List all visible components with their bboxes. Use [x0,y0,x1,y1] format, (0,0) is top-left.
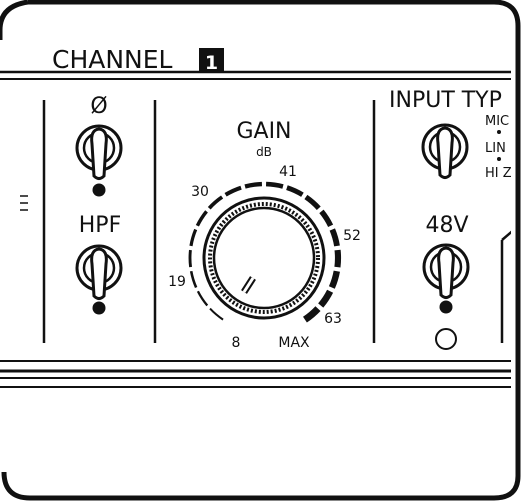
gain-scale-segment [188,249,192,268]
gain-unit: dB [256,145,272,159]
phase-toggle-switch[interactable] [75,124,123,180]
hpf-indicator-led [92,301,106,315]
phase-label: Ø [90,94,107,119]
gain-scale-segment [209,307,224,321]
gain-tick-label-8: 8 [232,335,241,351]
phase-indicator-led [92,183,106,197]
input-type-toggle-switch[interactable] [421,123,469,179]
gain-tick-label-19: 19 [168,274,186,290]
gain-scale-segment [318,289,334,308]
input-type-title: INPUT TYP [389,88,502,113]
phantom-power-status-led [435,328,457,350]
input-type-option-line: LIN [485,141,506,156]
device-frame-top-left [0,0,29,40]
gain-scale-segment [196,290,209,307]
gain-scale-segment [328,270,340,289]
input-type-dot [497,157,501,161]
hpf-label: HPF [79,213,121,238]
input-type-option-hiz: HI Z [485,166,512,181]
gain-tick-label-63: 63 [324,311,342,327]
gain-tick-label-52: 52 [343,228,361,244]
gain-tick-label-max: MAX [278,335,310,351]
gain-scale-segment [319,209,334,228]
gain-scale-segment [244,181,263,189]
gain-tick-label-41: 41 [279,164,297,180]
gain-tick-label-30: 30 [191,184,209,200]
channel-label: CHANNEL [52,45,173,74]
gain-scale-segment [302,306,321,323]
phantom-power-label: 48V [425,213,468,238]
gain-scale-segment [265,181,284,189]
gain-scale-segment [207,195,224,210]
gain-scale-segment [334,249,342,268]
gain-knob[interactable] [202,196,326,320]
gain-scale-segment [224,185,242,197]
gain-scale-segment [195,210,208,227]
input-type-dot [497,130,501,134]
divider-right-edge-top [501,230,511,241]
gain-title: GAIN [236,119,291,144]
gain-scale-segment [329,228,340,247]
input-type-option-mic: MIC [485,114,509,129]
gain-scale-segment [189,228,198,247]
gain-scale-segment [286,185,304,197]
gain-scale-segment [189,270,198,289]
channel-number: 1 [205,52,218,74]
gain-scale-segment [304,194,321,211]
hpf-toggle-switch[interactable] [75,244,123,300]
phantom-power-indicator-led [439,300,453,314]
channel-strip-diagram: CHANNEL 1 Ø HPF GAIN dB 8 19 30 41 52 63… [0,0,521,501]
phantom-power-toggle-switch[interactable] [422,243,470,299]
